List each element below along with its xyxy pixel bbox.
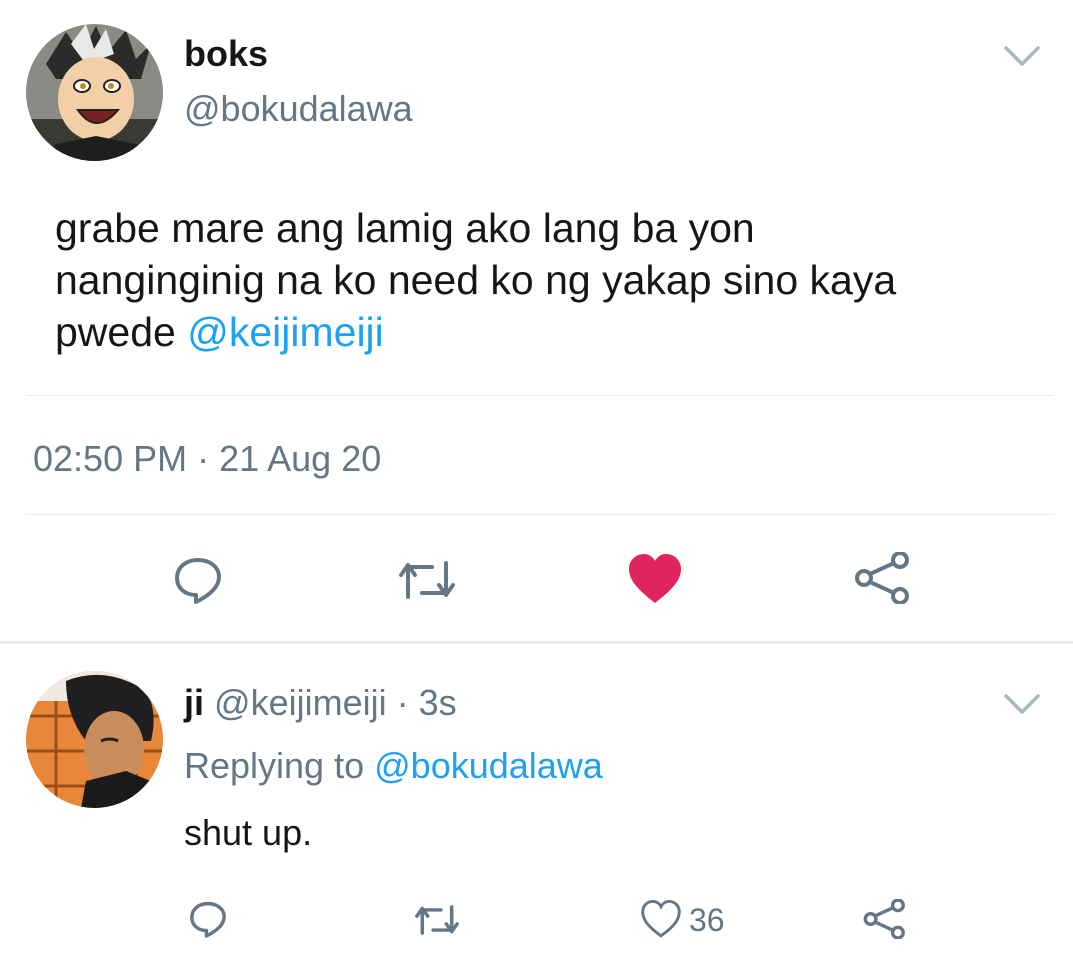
chevron-down-icon[interactable] [1002, 688, 1042, 718]
mention-link[interactable]: @keijimeiji [187, 309, 384, 355]
divider [0, 641, 1073, 644]
reply-icon[interactable] [172, 554, 224, 606]
display-name[interactable]: boks [184, 33, 268, 75]
replying-to: Replying to @bokudalawa [184, 745, 603, 787]
reply-handle[interactable]: @keijimeiji [214, 682, 387, 723]
tweet-text-line: pwede @keijimeiji [55, 306, 1045, 358]
share-icon[interactable] [854, 552, 912, 604]
tweet-text-fragment: pwede [55, 309, 176, 355]
replying-to-label: Replying to [184, 745, 365, 786]
timestamp[interactable]: 02:50 PM · 21 Aug 20 [33, 438, 381, 480]
divider [26, 514, 1054, 515]
reply-text: shut up. [184, 812, 313, 853]
user-handle[interactable]: @bokudalawa [184, 88, 413, 130]
reply-icon[interactable] [188, 899, 228, 939]
retweet-icon[interactable] [413, 902, 461, 938]
reply-header: ji @keijimeiji · 3s [184, 682, 457, 724]
tweet-text-line: grabe mare ang lamig ako lang ba yon [55, 205, 755, 251]
heart-outline-icon[interactable] [640, 900, 682, 938]
divider [26, 395, 1054, 396]
like-count: 36 [689, 902, 725, 938]
replying-to-link[interactable]: @bokudalawa [374, 745, 603, 786]
reply-avatar[interactable] [26, 671, 163, 808]
reply-display-name[interactable]: ji [184, 682, 204, 723]
tweet-text-line: nanginginig na ko need ko ng yakap sino … [55, 257, 897, 303]
chevron-down-icon[interactable] [1002, 40, 1042, 70]
tweet-text: grabe mare ang lamig ako lang ba yon nan… [55, 202, 1045, 358]
share-icon[interactable] [863, 899, 907, 939]
retweet-icon[interactable] [396, 557, 458, 603]
avatar[interactable] [26, 24, 163, 161]
heart-filled-icon[interactable] [627, 553, 683, 605]
reply-time: · 3s [396, 682, 457, 723]
